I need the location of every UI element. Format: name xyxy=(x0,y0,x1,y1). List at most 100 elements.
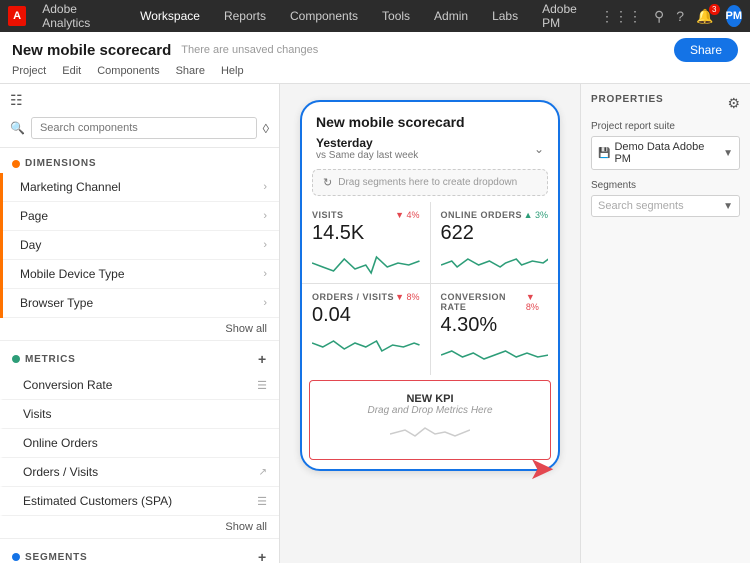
kpi-orders-visits-label: ORDERS / VISITS xyxy=(312,292,394,302)
orange-bar xyxy=(0,260,3,289)
menu-help[interactable]: Help xyxy=(221,65,244,77)
orange-bar xyxy=(0,202,3,231)
menu-share[interactable]: Share xyxy=(176,65,205,77)
dim-item-page[interactable]: Page › xyxy=(0,202,279,231)
metric-item-online-orders[interactable]: Online Orders xyxy=(0,429,279,458)
segments-select[interactable]: Search segments ▼ xyxy=(591,195,740,217)
chevron-icon: › xyxy=(263,210,267,222)
nav-components[interactable]: Components xyxy=(286,9,362,23)
drag-segments-area[interactable]: ↻ Drag segments here to create dropdown xyxy=(312,169,548,196)
chevron-icon: › xyxy=(263,297,267,309)
metrics-label-wrap: METRICS xyxy=(12,354,76,365)
menu-edit[interactable]: Edit xyxy=(62,65,81,77)
kpi-visits-value: 14.5K xyxy=(312,222,420,245)
kpi-conversion-value: 4.30% xyxy=(441,314,549,337)
chevron-icon: › xyxy=(263,268,267,280)
share-button[interactable]: Share xyxy=(674,38,738,62)
right-panel: PROPERTIES ⚙ Project report suite 💾 Demo… xyxy=(580,84,750,563)
metrics-dot xyxy=(12,355,20,363)
dim-day[interactable]: Day › xyxy=(0,231,279,260)
orange-bar xyxy=(0,173,3,202)
unsaved-changes: There are unsaved changes xyxy=(181,44,318,56)
dim-browser[interactable]: Browser Type › xyxy=(0,289,279,318)
adobe-logo: A xyxy=(8,6,26,26)
kpi-conversion-rate[interactable]: CONVERSION RATE ▼ 8% 4.30% xyxy=(431,284,559,375)
search-icon[interactable]: ⚲ xyxy=(654,8,664,25)
dim-marketing-channel[interactable]: Marketing Channel › xyxy=(0,173,279,202)
kpi-orders-value: 622 xyxy=(441,222,549,245)
metric-item-orders-visits[interactable]: Orders / Visits ↗ xyxy=(0,458,279,487)
kpi-orders-visits-value: 0.04 xyxy=(312,304,420,327)
orange-bar xyxy=(0,289,3,318)
mobile-card: New mobile scorecard Yesterday vs Same d… xyxy=(300,100,560,471)
dimensions-show-all[interactable]: Show all xyxy=(0,318,279,341)
metric-item-conversion-rate[interactable]: Conversion Rate ☰ xyxy=(0,371,279,400)
report-suite-select[interactable]: 💾 Demo Data Adobe PM ▼ xyxy=(591,136,740,170)
user-name-label: Adobe PM xyxy=(538,2,588,30)
kpi-orders-label: ONLINE ORDERS xyxy=(441,210,523,220)
properties-title: PROPERTIES xyxy=(591,94,663,105)
nav-admin[interactable]: Admin xyxy=(430,9,472,23)
dim-item-day[interactable]: Day › xyxy=(0,231,279,260)
sidebar-toggle-icon[interactable]: ☷ xyxy=(10,92,23,109)
mobile-card-title: New mobile scorecard xyxy=(302,102,558,134)
report-suite-chevron-icon: ▼ xyxy=(723,148,733,159)
bell-badge: 3 xyxy=(709,4,719,15)
nav-labs[interactable]: Labs xyxy=(488,9,522,23)
search-bar: 🔍 ◊ xyxy=(0,109,279,148)
new-kpi-sparkline-icon xyxy=(390,420,470,447)
product-name: Adobe Analytics xyxy=(42,2,120,30)
refresh-icon: ↻ xyxy=(323,176,332,189)
date-chevron-icon[interactable]: ⌄ xyxy=(534,142,544,156)
nav-reports[interactable]: Reports xyxy=(220,9,270,23)
red-arrow: ➤ xyxy=(530,452,553,485)
segments-label: Segments xyxy=(591,180,740,191)
nav-workspace[interactable]: Workspace xyxy=(136,9,204,23)
new-kpi-wrapper: NEW KPI Drag and Drop Metrics Here xyxy=(302,375,558,469)
metric-icon: ↗ xyxy=(259,467,267,478)
kpi-grid: VISITS ▼ 4% 14.5K ONLINE ORDERS ▲ 3% xyxy=(302,202,558,375)
grid-icon[interactable]: ⋮⋮⋮ xyxy=(600,8,642,25)
kpi-visits[interactable]: VISITS ▼ 4% 14.5K xyxy=(302,202,430,283)
page-title: New mobile scorecard xyxy=(12,42,171,59)
dim-item-marketing-channel[interactable]: Marketing Channel › xyxy=(0,173,279,202)
nav-tools[interactable]: Tools xyxy=(378,9,414,23)
kpi-conversion-label: CONVERSION RATE xyxy=(441,292,526,312)
help-icon[interactable]: ? xyxy=(676,8,684,24)
main-layout: ☷ 🔍 ◊ DIMENSIONS Marketing Channel › xyxy=(0,84,750,563)
kpi-online-orders[interactable]: ONLINE ORDERS ▲ 3% 622 xyxy=(431,202,559,283)
segments-chevron-icon: ▼ xyxy=(723,201,733,212)
drag-segments-text: Drag segments here to create dropdown xyxy=(338,177,517,188)
menu-project[interactable]: Project xyxy=(12,65,46,77)
date-sub: vs Same day last week xyxy=(316,150,418,161)
bell-icon[interactable]: 🔔 3 xyxy=(696,8,713,25)
kpi-visits-sparkline xyxy=(312,249,420,277)
dim-page[interactable]: Page › xyxy=(0,202,279,231)
metric-item-estimated-customers[interactable]: Estimated Customers (SPA) ☰ xyxy=(0,487,279,516)
kpi-conversion-change: ▼ 8% xyxy=(526,292,548,312)
metrics-show-all[interactable]: Show all xyxy=(0,516,279,539)
menu-components[interactable]: Components xyxy=(97,65,159,77)
metric-item-visits[interactable]: Visits xyxy=(0,400,279,429)
dimensions-label: DIMENSIONS xyxy=(12,158,96,169)
dim-item-browser-type[interactable]: Browser Type › xyxy=(0,289,279,318)
search-magnifier-icon: 🔍 xyxy=(10,121,25,135)
kpi-orders-change: ▲ 3% xyxy=(524,210,548,220)
segments-header: SEGMENTS + xyxy=(0,539,279,563)
dim-item-mobile-device-type[interactable]: Mobile Device Type › xyxy=(0,260,279,289)
kpi-visits-change: ▼ 4% xyxy=(395,210,419,220)
report-suite-label: Project report suite xyxy=(591,121,740,132)
gear-icon[interactable]: ⚙ xyxy=(727,95,740,112)
kpi-orders-visits-change: ▼ 8% xyxy=(395,292,419,302)
avatar[interactable]: PM xyxy=(726,5,743,27)
metrics-header: METRICS + xyxy=(0,341,279,371)
new-kpi-card[interactable]: NEW KPI Drag and Drop Metrics Here xyxy=(309,380,551,460)
metrics-add-icon[interactable]: + xyxy=(258,351,267,367)
segments-add-icon[interactable]: + xyxy=(258,549,267,563)
dim-mobile-device[interactable]: Mobile Device Type › xyxy=(0,260,279,289)
date-row[interactable]: Yesterday vs Same day last week ⌄ xyxy=(302,134,558,163)
kpi-orders-visits[interactable]: ORDERS / VISITS ▼ 8% 0.04 xyxy=(302,284,430,375)
filter-icon[interactable]: ◊ xyxy=(263,121,269,136)
search-input[interactable] xyxy=(31,117,257,139)
kpi-orders-sparkline xyxy=(441,249,549,277)
